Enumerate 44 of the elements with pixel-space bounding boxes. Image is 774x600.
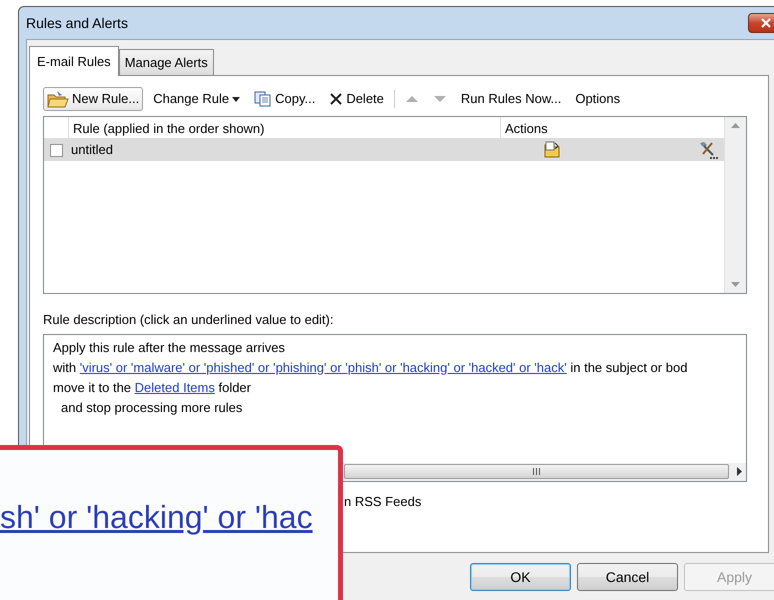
rule-row[interactable]: untitled [44,139,724,161]
toolbar-button[interactable]: Change Rule [149,87,244,111]
column-header[interactable]: Actions [500,117,714,138]
copy-icon [254,91,272,107]
description-text: with [53,360,78,374]
close-button[interactable] [748,13,774,33]
vertical-scrollbar[interactable] [724,117,746,293]
description-text: folder [217,380,251,394]
scroll-down-icon [731,282,740,287]
scroll-up-icon [731,123,740,128]
description-text: in the subject or bod [569,360,688,374]
window-title: Rules and Alerts [26,14,128,32]
folder-icon [47,90,69,108]
dialog-button[interactable]: OK [470,563,571,591]
option-label: n RSS Feeds [344,494,422,508]
toolbar-button[interactable]: Delete [325,87,388,111]
description-text: Apply this rule after the message arrives [53,340,285,354]
toolbar-button[interactable]: Copy... [250,87,320,111]
dialog-button[interactable]: Cancel [577,563,678,591]
toolbar-button[interactable]: New Rule... [43,87,144,111]
tools-icon [698,140,718,160]
toolbar-button[interactable]: Options [571,87,624,111]
rule-name: untitled [71,141,114,160]
horizontal-scrollbar[interactable] [340,462,746,480]
value-link[interactable]: 'virus' or 'malware' or 'phished' or 'phishing' or 'phish' or 'hacking' or 'hacked' or 'hack' [80,360,567,374]
tab[interactable]: Manage Alerts [118,48,214,75]
scroll-right-icon [737,467,742,476]
grip-icon [532,468,541,475]
checkbox[interactable] [50,144,63,156]
value-link[interactable]: Deleted Items [134,380,215,394]
toolbar-button[interactable]: Run Rules Now... [456,87,566,111]
scroll-thumb[interactable] [344,464,729,479]
tab[interactable]: E-mail Rules [29,46,119,76]
caret-icon [232,96,240,102]
move-to-folder-icon [543,141,561,159]
down-arrow-icon [432,94,447,104]
column-header[interactable]: Rule (applied in the order shown) [68,117,500,138]
magnified-text: sh' or 'hacking' or 'hac [0,498,314,537]
delete-icon [329,92,344,106]
description-label: Rule description (click an underlined value to edit): [43,311,334,329]
close-icon [760,18,772,28]
description-text: and stop processing more rules [61,400,242,414]
up-arrow-icon [404,94,419,104]
description-text: move it to the [53,380,132,394]
